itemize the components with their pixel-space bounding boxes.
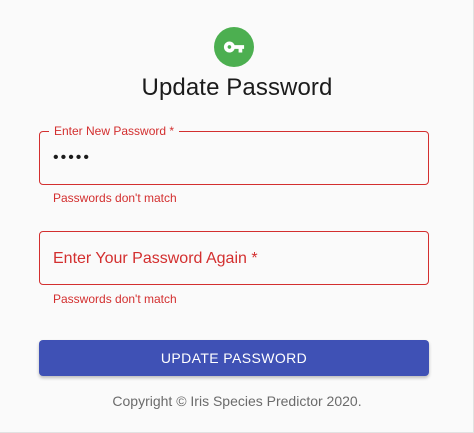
confirm-password-helper-text: Passwords don't match <box>53 292 177 306</box>
key-icon <box>223 36 245 58</box>
copyright-footer: Copyright © Iris Species Predictor 2020. <box>112 393 362 409</box>
page-title: Update Password <box>141 74 333 101</box>
confirm-password-field[interactable]: Enter Your Password Again * <box>39 231 429 285</box>
update-password-button[interactable]: UPDATE PASSWORD <box>39 340 429 376</box>
new-password-input[interactable] <box>40 132 428 184</box>
new-password-helper-text: Passwords don't match <box>53 191 177 205</box>
avatar <box>214 27 254 67</box>
new-password-field[interactable]: Enter New Password * <box>39 123 429 185</box>
update-password-page: Update Password Enter New Password * Pas… <box>0 0 474 433</box>
confirm-password-input[interactable] <box>40 232 428 284</box>
